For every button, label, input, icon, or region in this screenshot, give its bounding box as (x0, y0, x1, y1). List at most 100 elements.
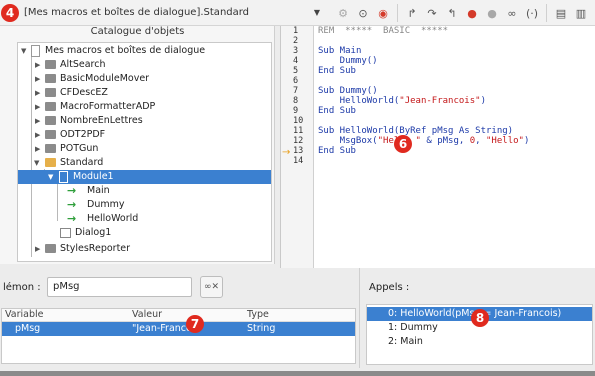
library-icon (45, 130, 56, 139)
code-text: HelloWorld(ByRef pMsg As String) (334, 126, 514, 136)
watch-label: lémon : (3, 282, 41, 293)
container-icon (31, 45, 40, 57)
breakpoint-icon[interactable]: ● (463, 3, 481, 23)
code-text: & pMsg, (420, 136, 470, 146)
tree-item-label: NombreEnLettres (60, 115, 143, 126)
expanded-icon[interactable]: ▼ (48, 170, 53, 184)
collapsed-icon[interactable]: ▶ (35, 142, 40, 156)
expanded-icon[interactable]: ▼ (34, 156, 39, 170)
dialog-icon (60, 228, 71, 238)
tree-item-library[interactable]: ▶ StylesReporter (18, 242, 271, 256)
toolbar-separator (397, 4, 398, 22)
remove-watch-icon: ∞✕ (203, 282, 220, 292)
column-header-variable[interactable]: Variable (5, 309, 43, 320)
code-line: End Sub (318, 66, 356, 77)
chevron-down-icon: ▼ (313, 8, 320, 17)
watch-variable-cell: pMsg (15, 323, 41, 334)
code-comment: ***** BASIC ***** (334, 26, 449, 36)
line-number: 14 (293, 156, 304, 166)
debug-panels: lémon : pMsg ∞✕ Variable Valeur Type pMs… (0, 268, 595, 376)
code-line: End Sub (318, 106, 356, 117)
table-row[interactable]: pMsg "Jean-Francois" String (2, 322, 355, 336)
macros-icon[interactable]: ▥ (572, 3, 590, 23)
horizontal-scrollbar[interactable] (0, 371, 595, 376)
tree-item-label: POTGun (60, 143, 99, 154)
code-text: Dummy() (318, 56, 378, 66)
watch-table[interactable]: Variable Valeur Type pMsg "Jean-Francois… (1, 308, 356, 364)
library-open-icon (45, 158, 56, 167)
remove-watch-button[interactable]: ∞✕ (200, 276, 223, 298)
tree-item-library[interactable]: ▶ AltSearch (18, 58, 271, 72)
watch-icon[interactable]: ∞ (503, 3, 521, 23)
code-keyword: End (318, 66, 335, 76)
library-icon (45, 102, 56, 111)
tree-item-label: HelloWorld (87, 213, 139, 224)
collapsed-icon[interactable]: ▶ (35, 58, 40, 72)
module-icon (59, 171, 68, 183)
tree-item-root[interactable]: ▼ Mes macros et boîtes de dialogue (18, 44, 271, 58)
current-line-arrow-icon: → (282, 147, 291, 158)
sub-arrow-icon: → (67, 184, 77, 197)
code-keyword: REM (318, 26, 335, 36)
tree-item-label: Dialog1 (75, 227, 112, 238)
step-into-icon[interactable]: ↱ (403, 3, 421, 23)
step-over-icon[interactable]: ↷ (423, 3, 441, 23)
compile-icon[interactable]: ⚙ (334, 3, 352, 23)
watch-input[interactable]: pMsg (47, 277, 192, 297)
collapsed-icon[interactable]: ▶ (35, 128, 40, 142)
tree-item-label: BasicModuleMover (60, 73, 150, 84)
collapsed-icon[interactable]: ▶ (35, 114, 40, 128)
toolbar-icons: ⚙ ⊙ ◉ ↱ ↷ ↰ ● ● ∞ (·) ▤ ▥ ▭ (334, 3, 595, 23)
library-icon (45, 244, 56, 253)
catalog-tree[interactable]: ▼ Mes macros et boîtes de dialogue ▶ Alt… (17, 42, 272, 262)
tree-item-label: Dummy (87, 199, 125, 210)
catalog-title: Catalogue d'objets (90, 26, 185, 37)
stop-icon[interactable]: ◉ (374, 3, 392, 23)
tree-item-library[interactable]: ▶ MacroFormatterADP (18, 100, 271, 114)
tree-item-label: AltSearch (60, 59, 106, 70)
collapsed-icon[interactable]: ▶ (35, 72, 40, 86)
column-header-type[interactable]: Type (247, 309, 269, 320)
callout-marker: 7 (186, 315, 204, 333)
object-catalog-icon[interactable]: ▤ (552, 3, 570, 23)
code-keyword: Sub (318, 126, 335, 136)
code-text: , (475, 136, 487, 146)
manage-breakpoints-icon[interactable]: ● (483, 3, 501, 23)
sub-arrow-icon: → (67, 198, 77, 211)
tree-item-sub[interactable]: → Dummy (18, 198, 271, 212)
tree-item-module[interactable]: ▼ Module1 (18, 170, 271, 184)
code-string: "Jean-Francois" (399, 96, 481, 106)
tree-item-sub[interactable]: → Main (18, 184, 271, 198)
list-item[interactable]: 2: Main (367, 335, 592, 349)
tree-item-library[interactable]: ▶ BasicModuleMover (18, 72, 271, 86)
tree-item-library[interactable]: ▶ POTGun (18, 142, 271, 156)
column-header-value[interactable]: Valeur (132, 309, 162, 320)
collapsed-icon[interactable]: ▶ (35, 86, 40, 100)
step-out-icon[interactable]: ↰ (443, 3, 461, 23)
library-selector-value: [Mes macros et boîtes de dialogue].Stand… (24, 7, 250, 18)
collapsed-icon[interactable]: ▶ (35, 242, 40, 256)
library-icon (45, 88, 56, 97)
object-catalog-panel: Catalogue d'objets ▼ Mes macros et boîte… (0, 26, 275, 264)
tree-item-library[interactable]: ▶ ODT2PDF (18, 128, 271, 142)
watch-type-cell: String (247, 323, 276, 334)
watch-panel: lémon : pMsg ∞✕ Variable Valeur Type pMs… (0, 268, 360, 368)
callout-marker: 6 (394, 135, 412, 153)
find-parentheses-icon[interactable]: (·) (523, 3, 541, 23)
tree-item-dialog[interactable]: Dialog1 (18, 226, 271, 240)
tree-item-library[interactable]: ▼ Standard (18, 156, 271, 170)
watch-table-header: Variable Valeur Type (2, 309, 355, 322)
tree-item-library[interactable]: ▶ NombreEnLettres (18, 114, 271, 128)
tree-item-sub[interactable]: → HelloWorld (18, 212, 271, 226)
toolbar-separator (546, 4, 547, 22)
library-icon (45, 144, 56, 153)
run-icon[interactable]: ⊙ (354, 3, 372, 23)
expanded-icon[interactable]: ▼ (21, 44, 26, 58)
toolbar: [Mes macros et boîtes de dialogue].Stand… (0, 0, 595, 26)
library-selector[interactable]: [Mes macros et boîtes de dialogue].Stand… (20, 4, 324, 22)
collapsed-icon[interactable]: ▶ (35, 100, 40, 114)
tree-item-label: ODT2PDF (60, 129, 106, 140)
tree-item-library[interactable]: ▶ CFDescEZ (18, 86, 271, 100)
code-text: Sub (334, 146, 356, 156)
code-editor[interactable]: 1 2 3 4 5 6 7 8 9 10 11 12 13 14 → REM *… (280, 26, 595, 268)
